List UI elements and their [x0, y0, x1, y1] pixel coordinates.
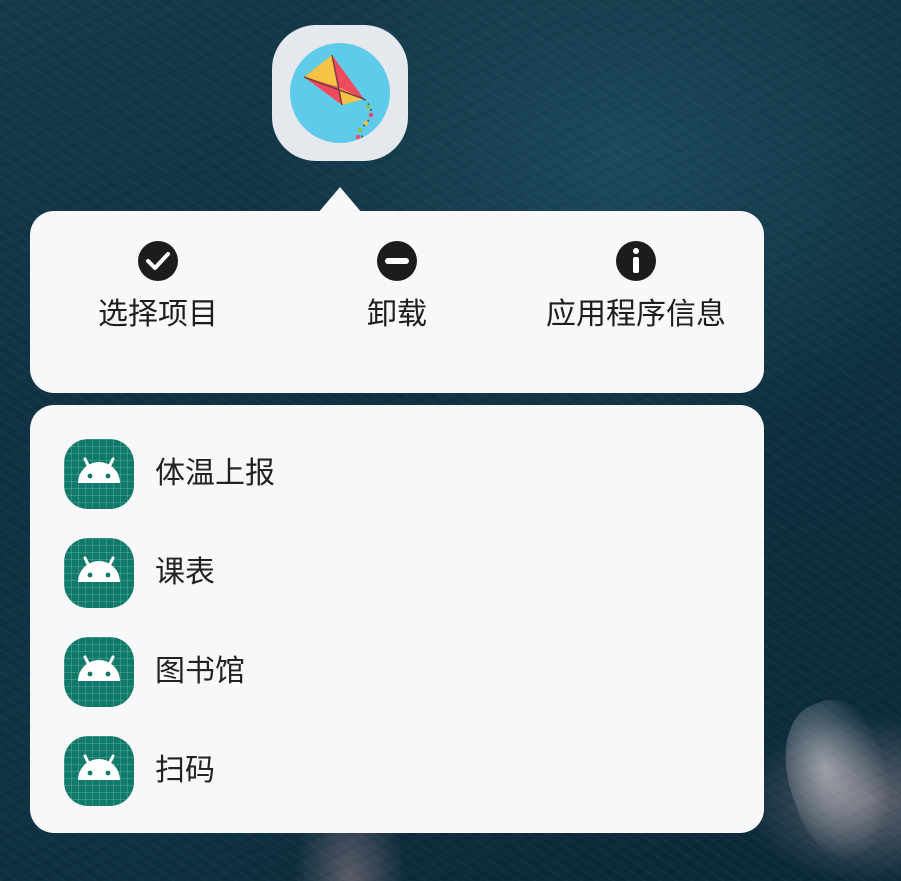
- android-icon: [64, 538, 134, 608]
- check-circle-icon: [138, 241, 178, 281]
- shortcut-label: 体温上报: [155, 456, 275, 491]
- uninstall-label: 卸载: [367, 297, 427, 332]
- shortcut-library[interactable]: 图书馆: [30, 637, 764, 736]
- shortcut-label: 扫码: [155, 753, 215, 788]
- kite-icon: [290, 43, 390, 143]
- shortcut-class-schedule[interactable]: 课表: [30, 538, 764, 637]
- shortcut-label: 图书馆: [155, 654, 245, 689]
- minus-circle-icon: [377, 241, 417, 281]
- android-icon: [64, 439, 134, 509]
- app-actions-card: 选择项目 卸载 应用程序信息: [30, 211, 764, 393]
- popup-pointer: [318, 187, 362, 213]
- select-items-label: 选择项目: [98, 297, 218, 332]
- app-shortcuts-card: 体温上报 课表 图书馆 扫码: [30, 405, 764, 833]
- select-items-action[interactable]: 选择项目: [38, 211, 278, 393]
- app-info-action[interactable]: 应用程序信息: [516, 211, 756, 393]
- shortcut-label: 课表: [155, 555, 215, 590]
- shortcut-temperature-report[interactable]: 体温上报: [30, 439, 764, 538]
- uninstall-action[interactable]: 卸载: [277, 211, 517, 393]
- kite-app-icon[interactable]: [272, 25, 408, 161]
- android-icon: [64, 736, 134, 806]
- shortcut-scan-code[interactable]: 扫码: [30, 736, 764, 835]
- android-icon: [64, 637, 134, 707]
- app-info-label: 应用程序信息: [546, 297, 726, 332]
- info-circle-icon: [616, 241, 656, 281]
